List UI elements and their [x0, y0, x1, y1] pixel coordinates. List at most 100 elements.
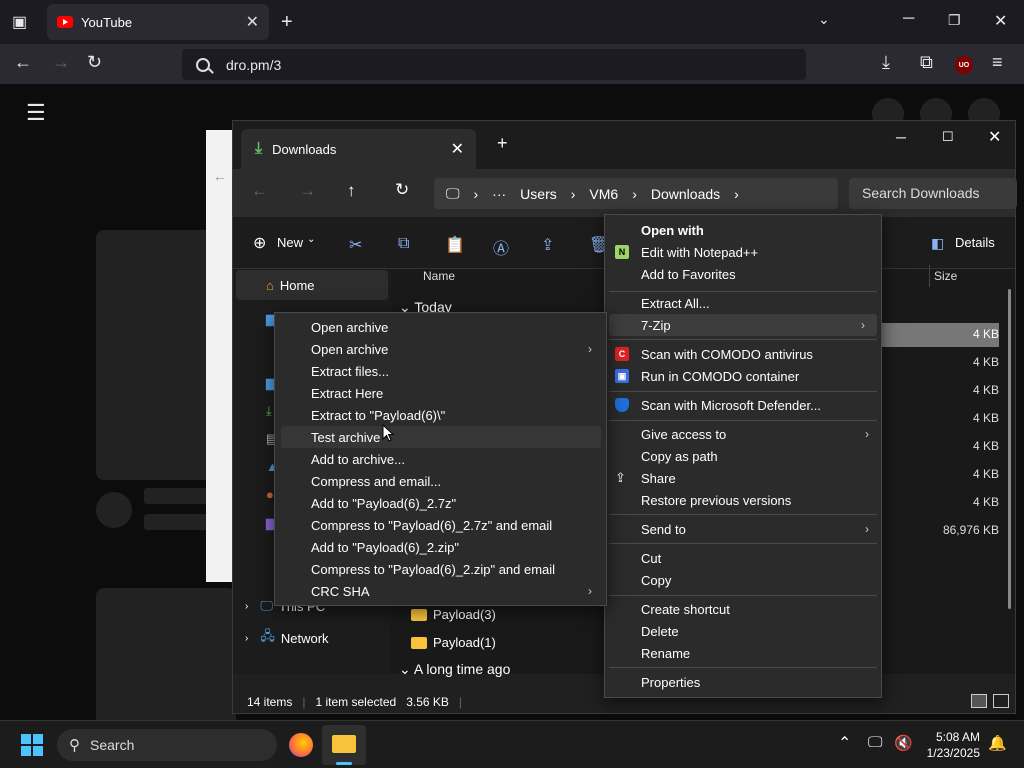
column-header-size[interactable]: Size [934, 269, 957, 283]
paste-icon[interactable]: 📋 [445, 235, 465, 255]
menu-item-share[interactable]: ⇪ Share [605, 467, 881, 489]
downloads-icon[interactable]: ⤓ [882, 52, 890, 73]
url-bar[interactable]: dro.pm/3 [182, 49, 806, 80]
hamburger-menu-icon[interactable]: ☰ [26, 100, 46, 126]
taskbar-clock[interactable]: 5:08 AM 1/23/2025 [918, 729, 980, 761]
network-status-icon[interactable]: 🖵 [868, 734, 882, 751]
copy-icon[interactable]: ⧉ [398, 235, 409, 253]
new-tab-icon[interactable]: + [281, 11, 293, 34]
tab-youtube[interactable]: YouTube ✕ [47, 4, 269, 40]
overflow-icon[interactable]: ··· [492, 186, 506, 202]
menu-item-extract-files[interactable]: Extract files... [275, 360, 606, 382]
back-icon[interactable]: ← [14, 52, 32, 73]
size-cell: 4 KB [972, 383, 999, 397]
menu-item-add-to-7z[interactable]: Add to "Payload(6)_2.7z" [275, 492, 606, 514]
menu-item-give-access[interactable]: Give access to › [605, 423, 881, 445]
group-header-long-ago[interactable]: ⌄ A long time ago [399, 661, 510, 678]
menu-item-properties[interactable]: Properties [605, 671, 881, 693]
breadcrumb-downloads[interactable]: Downloads [651, 186, 720, 202]
extensions-icon[interactable]: ⧉ [920, 52, 933, 73]
firefox-icon[interactable] [289, 733, 313, 757]
list-item[interactable]: Payload(3) [411, 607, 496, 622]
menu-item-scan-defender[interactable]: Scan with Microsoft Defender... [605, 394, 881, 416]
menu-item-test-archive[interactable]: Test archive [281, 426, 601, 448]
close-tab-icon[interactable]: ✕ [451, 139, 464, 159]
menu-item-add-to-archive[interactable]: Add to archive... [275, 448, 606, 470]
menu-item-open-with[interactable]: Open with [605, 219, 881, 241]
reload-icon[interactable]: ↻ [87, 52, 102, 73]
menu-item-extract-here[interactable]: Extract Here [275, 382, 606, 404]
start-button-windows-icon[interactable] [21, 734, 43, 756]
menu-item-label: Run in COMODO container [641, 368, 800, 384]
menu-item-compress-zip-email[interactable]: Compress to "Payload(6)_2.zip" and email [275, 558, 606, 580]
share-icon[interactable]: ⇪ [541, 235, 554, 255]
menu-item-label: Extract All... [641, 295, 710, 311]
menu-item-compress-7z-email[interactable]: Compress to "Payload(6)_2.7z" and email [275, 514, 606, 536]
close-window-icon[interactable]: ✕ [994, 11, 1007, 31]
breadcrumb-users[interactable]: Users [520, 186, 557, 202]
clock-date: 1/23/2025 [926, 746, 980, 760]
maximize-icon[interactable]: ☐ [942, 129, 954, 145]
menu-item-extract-to-folder[interactable]: Extract to "Payload(6)\" [275, 404, 606, 426]
file-explorer-taskbar-icon[interactable] [322, 725, 366, 765]
tiles-view-icon[interactable] [993, 694, 1009, 708]
menu-item-7-zip[interactable]: 7-Zip › [609, 314, 877, 336]
back-icon[interactable]: ← [251, 181, 268, 201]
nav-item-network[interactable]: › 🖧 Network [233, 623, 391, 653]
vertical-scrollbar[interactable] [1008, 289, 1011, 609]
cut-icon[interactable]: ✂ [349, 235, 362, 255]
taskbar-search[interactable]: ⚲ Search [57, 729, 277, 761]
close-tab-icon[interactable]: ✕ [246, 12, 259, 32]
menu-item-add-to-favorites[interactable]: Add to Favorites [605, 263, 881, 285]
menu-item-open-archive-submenu[interactable]: Open archive › [275, 338, 606, 360]
new-tab-icon[interactable]: + [497, 133, 508, 154]
menu-item-send-to[interactable]: Send to › [605, 518, 881, 540]
chevron-down-icon[interactable]: ⌄ [307, 234, 315, 245]
minimize-icon[interactable]: ─ [896, 129, 906, 145]
menu-item-restore-previous-versions[interactable]: Restore previous versions [605, 489, 881, 511]
list-tabs-chevron-icon[interactable]: ⌄ [818, 11, 830, 28]
menu-item-run-comodo-container[interactable]: ▣ Run in COMODO container [605, 365, 881, 387]
restore-icon[interactable]: ❐ [948, 12, 961, 29]
nav-item-home[interactable]: ⌂ Home [236, 270, 388, 300]
volume-muted-icon[interactable]: 🔇 [894, 734, 913, 752]
column-header-name[interactable]: Name [423, 269, 455, 283]
forward-icon[interactable]: → [52, 52, 70, 73]
menu-item-crc-sha[interactable]: CRC SHA › [275, 580, 606, 602]
menu-item-rename[interactable]: Rename [605, 642, 881, 664]
details-pane-icon[interactable]: ◧ [931, 235, 944, 252]
up-icon[interactable]: ↑ [347, 181, 356, 201]
menu-item-add-to-zip[interactable]: Add to "Payload(6)_2.zip" [275, 536, 606, 558]
menu-item-copy-as-path[interactable]: Copy as path [605, 445, 881, 467]
details-button[interactable]: Details [955, 235, 995, 250]
details-view-icon[interactable] [971, 694, 987, 708]
new-button[interactable]: New [277, 235, 303, 250]
forward-icon[interactable]: → [299, 181, 316, 201]
new-icon[interactable]: ⊕ [253, 233, 266, 253]
ublock-icon[interactable]: UO [955, 56, 973, 74]
menu-item-compress-and-email[interactable]: Compress and email... [275, 470, 606, 492]
breadcrumb-vm6[interactable]: VM6 [589, 186, 618, 202]
tab-overview-icon[interactable]: ▣ [12, 12, 27, 32]
menu-item-cut[interactable]: Cut [605, 547, 881, 569]
divider: | [458, 695, 463, 709]
notification-bell-icon[interactable]: 🔔 [988, 734, 1007, 752]
list-item[interactable]: Payload(1) [411, 635, 496, 650]
refresh-icon[interactable]: ↻ [395, 180, 409, 200]
chevron-up-icon[interactable]: ⌃ [838, 733, 851, 753]
close-window-icon[interactable]: ✕ [988, 127, 1001, 147]
column-divider [929, 265, 930, 287]
minimize-icon[interactable]: ─ [903, 10, 914, 28]
menu-item-copy[interactable]: Copy [605, 569, 881, 591]
menu-item-delete[interactable]: Delete [605, 620, 881, 642]
rename-icon[interactable]: Ⓐ [493, 235, 509, 259]
breadcrumb[interactable]: 🖵 › ··· Users › VM6 › Downloads › [434, 178, 838, 209]
menu-icon[interactable]: ≡ [992, 52, 1003, 73]
search-input[interactable]: Search Downloads [849, 178, 1017, 209]
menu-item-open-archive[interactable]: Open archive [275, 316, 606, 338]
explorer-tab-downloads[interactable]: ⤓ Downloads ✕ [241, 129, 476, 169]
menu-item-create-shortcut[interactable]: Create shortcut [605, 598, 881, 620]
menu-item-extract-all[interactable]: Extract All... [605, 292, 881, 314]
menu-item-scan-comodo[interactable]: C Scan with COMODO antivirus [605, 343, 881, 365]
menu-item-edit-with-notepad[interactable]: N Edit with Notepad++ [605, 241, 881, 263]
